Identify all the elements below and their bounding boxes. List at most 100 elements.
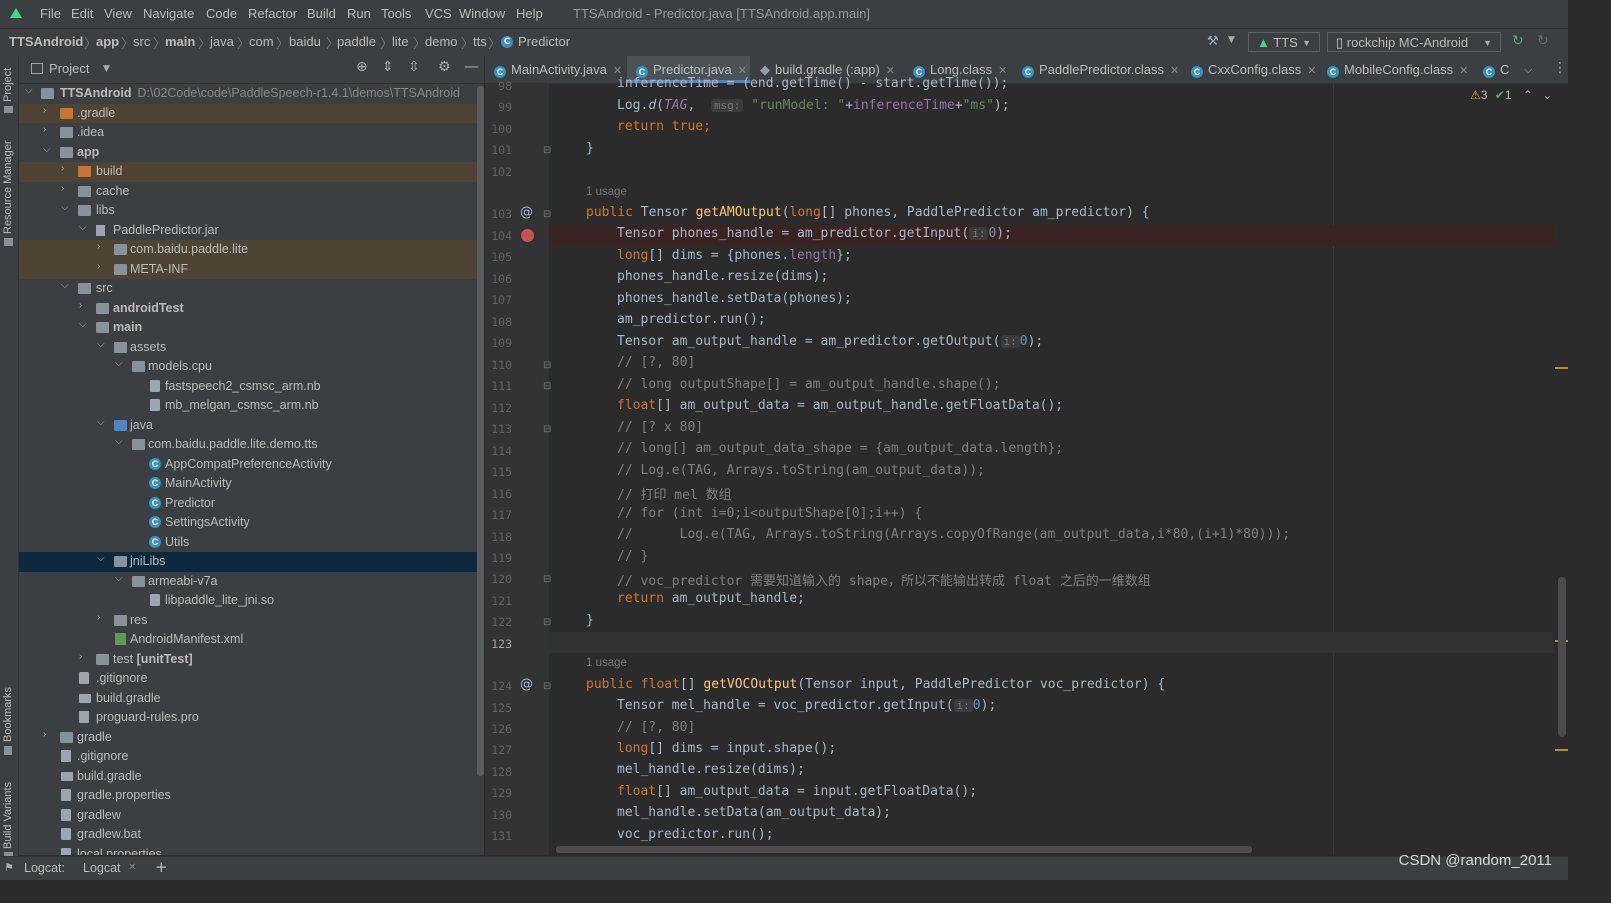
menu-help[interactable]: Help bbox=[516, 6, 543, 21]
tree-row-meta-inf[interactable]: › META-INF bbox=[19, 259, 477, 279]
menu-window[interactable]: Window bbox=[459, 6, 505, 21]
hammer-icon[interactable]: ⚒ bbox=[1207, 34, 1219, 49]
tab-overflow[interactable]: CC bbox=[1483, 56, 1509, 83]
project-tool-button[interactable]: Project bbox=[2, 68, 14, 102]
resource-manager-tool-button[interactable]: Resource Manager bbox=[2, 140, 14, 234]
horizontal-scrollbar[interactable] bbox=[556, 846, 1252, 853]
breadcrumb-src[interactable]: src bbox=[133, 34, 150, 49]
error-stripe[interactable] bbox=[1554, 84, 1568, 855]
tree-row-class[interactable]: C SettingsActivity bbox=[19, 513, 477, 533]
project-tree-scrollbar[interactable] bbox=[477, 86, 484, 776]
apply-code-changes-icon[interactable]: ↻ bbox=[1537, 33, 1549, 49]
apply-changes-icon[interactable]: ↻ bbox=[1512, 33, 1524, 49]
bookmarks-tool-button[interactable]: Bookmarks bbox=[2, 687, 14, 742]
menu-edit[interactable]: Edit bbox=[71, 6, 93, 21]
chevron-down-icon[interactable]: ⌵ bbox=[79, 222, 87, 233]
tab-mobileconfig-class[interactable]: C MobileConfig.class ✕ bbox=[1327, 56, 1468, 83]
tree-row-res[interactable]: › res bbox=[19, 611, 477, 631]
tree-row-jnilibs-selected[interactable]: ⌵ jniLibs bbox=[19, 552, 477, 572]
chevron-down-icon[interactable]: ⌵ bbox=[97, 553, 105, 564]
menu-run[interactable]: Run bbox=[347, 6, 371, 21]
chevron-down-icon[interactable]: ⌵ bbox=[79, 319, 87, 330]
tree-row-file[interactable]: gradlew.bat bbox=[19, 825, 477, 845]
override-at-icon[interactable]: @ bbox=[520, 205, 533, 220]
run-config-select[interactable]: ▲ TTS ▼ bbox=[1248, 32, 1320, 52]
device-select[interactable]: ▯ rockchip MC-Android ▼ bbox=[1327, 32, 1501, 52]
next-highlight-icon[interactable]: ⌄ bbox=[1542, 88, 1552, 102]
previous-highlight-icon[interactable]: ⌃ bbox=[1523, 88, 1533, 102]
tree-row-class[interactable]: C AppCompatPreferenceActivity bbox=[19, 455, 477, 475]
expand-all-icon[interactable]: ⇕ bbox=[382, 59, 394, 75]
tree-row-file[interactable]: gradle.properties bbox=[19, 786, 477, 806]
tree-row-file[interactable]: .gitignore bbox=[19, 747, 477, 767]
breadcrumb-java[interactable]: java bbox=[210, 34, 234, 49]
tab-paddle-predictor-class[interactable]: C PaddlePredictor.class ✕ bbox=[1022, 56, 1179, 83]
breadcrumb-app[interactable]: app bbox=[96, 34, 119, 49]
fold-icon[interactable]: ⊟ bbox=[543, 209, 551, 220]
breadcrumb-paddle[interactable]: paddle bbox=[337, 34, 376, 49]
menu-vcs[interactable]: VCS bbox=[425, 6, 452, 21]
menu-view[interactable]: View bbox=[104, 6, 132, 21]
tree-row-gradle[interactable]: › gradle bbox=[19, 728, 477, 748]
project-view-select[interactable]: Project bbox=[49, 61, 89, 76]
breadcrumb-demo[interactable]: demo bbox=[425, 34, 458, 49]
menu-build[interactable]: Build bbox=[307, 6, 336, 21]
breadcrumb-predictor[interactable]: Predictor bbox=[518, 34, 570, 49]
chevron-down-icon[interactable]: ⌵ bbox=[115, 573, 123, 584]
chevron-down-icon[interactable]: ⌵ bbox=[97, 417, 105, 428]
breakpoint-icon[interactable] bbox=[521, 229, 534, 242]
menu-file[interactable]: File bbox=[40, 6, 61, 21]
tree-row-cache[interactable]: › cache bbox=[19, 182, 477, 202]
breadcrumb-lite[interactable]: lite bbox=[392, 34, 409, 49]
close-icon[interactable]: ✕ bbox=[1307, 65, 1316, 77]
fold-icon[interactable]: ⊟ bbox=[543, 617, 551, 628]
chevron-down-icon[interactable]: ⌵ bbox=[25, 85, 33, 96]
tree-row-file[interactable]: AndroidManifest.xml bbox=[19, 630, 477, 650]
chevron-down-icon[interactable]: ▼ bbox=[1228, 35, 1235, 45]
tree-row-build[interactable]: › build bbox=[19, 162, 477, 182]
tree-row-package[interactable]: › com.baidu.paddle.lite bbox=[19, 240, 477, 260]
tree-row-src[interactable]: ⌵ src bbox=[19, 279, 477, 299]
chevron-right-icon[interactable]: › bbox=[61, 183, 64, 194]
chevron-down-icon[interactable]: ⌵ bbox=[1524, 63, 1532, 77]
chevron-right-icon[interactable]: › bbox=[97, 241, 100, 252]
tree-row-models-cpu[interactable]: ⌵ models.cpu bbox=[19, 357, 477, 377]
collapse-all-icon[interactable]: ⇳ bbox=[408, 59, 420, 75]
tree-row-file[interactable]: proguard-rules.pro bbox=[19, 708, 477, 728]
hide-panel-icon[interactable]: — bbox=[464, 57, 479, 75]
tree-row-file[interactable]: libpaddle_lite_jni.so bbox=[19, 591, 477, 611]
tree-row-idea[interactable]: › .idea bbox=[19, 123, 477, 143]
tree-row-file[interactable]: gradlew bbox=[19, 806, 477, 826]
usage-hint[interactable]: 1 usage bbox=[586, 186, 627, 198]
chevron-right-icon[interactable]: › bbox=[43, 124, 46, 135]
chevron-down-icon[interactable]: ⌵ bbox=[115, 358, 123, 369]
fold-icon[interactable]: ⊟ bbox=[543, 424, 551, 435]
tree-row-gradle-dir[interactable]: › .gradle bbox=[19, 103, 477, 123]
fold-icon[interactable]: ⊟ bbox=[543, 681, 551, 692]
build-variants-tool-button[interactable]: Build Variants bbox=[2, 782, 14, 849]
add-tab-icon[interactable]: + bbox=[155, 858, 168, 876]
breadcrumb-baidu[interactable]: baidu bbox=[289, 34, 321, 49]
tree-row-armeabi[interactable]: ⌵ armeabi-v7a bbox=[19, 572, 477, 592]
inspection-widget[interactable]: ⚠3 ✔1 ⌃ ⌄ bbox=[1470, 88, 1552, 102]
chevron-right-icon[interactable]: › bbox=[43, 729, 46, 740]
tree-row-class[interactable]: C Utils bbox=[19, 533, 477, 553]
warning-mark[interactable] bbox=[1555, 749, 1568, 751]
warning-mark[interactable] bbox=[1555, 367, 1568, 369]
tree-row-file[interactable]: local.properties bbox=[19, 845, 477, 855]
tree-row-java[interactable]: ⌵ java bbox=[19, 416, 477, 436]
tree-row-jar[interactable]: ⌵ PaddlePredictor.jar bbox=[19, 221, 477, 241]
tree-row-android-test[interactable]: › androidTest bbox=[19, 299, 477, 319]
locate-icon[interactable]: ⊕ bbox=[356, 59, 368, 75]
tab-cxxconfig-class[interactable]: C CxxConfig.class ✕ bbox=[1191, 56, 1316, 83]
breadcrumb-com[interactable]: com bbox=[249, 34, 274, 49]
tree-row-file[interactable]: fastspeech2_csmsc_arm.nb bbox=[19, 377, 477, 397]
tree-row-file[interactable]: build.gradle bbox=[19, 689, 477, 709]
breadcrumb-tts[interactable]: tts bbox=[473, 34, 487, 49]
fold-icon[interactable]: ⊟ bbox=[543, 360, 551, 371]
tree-row-file[interactable]: mb_melgan_csmsc_arm.nb bbox=[19, 396, 477, 416]
gear-icon[interactable]: ⚙ bbox=[438, 59, 451, 75]
tree-row-root[interactable]: ⌵ TTSAndroid D:\02Code\code\PaddleSpeech-… bbox=[19, 84, 477, 104]
chevron-right-icon[interactable]: › bbox=[61, 163, 64, 174]
more-icon[interactable]: ⋮ bbox=[1553, 60, 1567, 76]
